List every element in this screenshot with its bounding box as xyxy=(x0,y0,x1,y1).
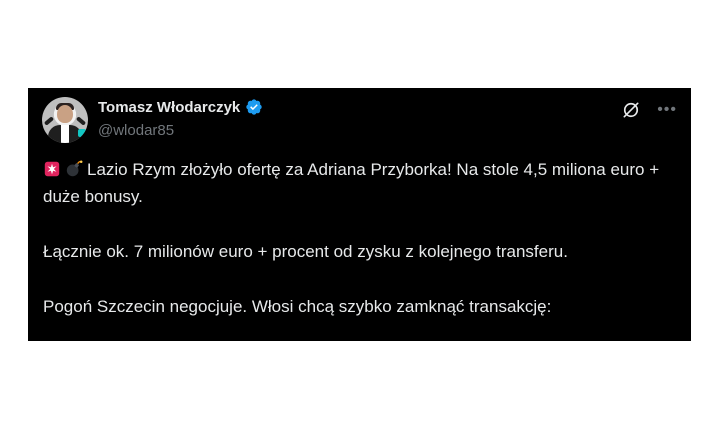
tweet-actions-top: ••• xyxy=(621,100,677,120)
avatar-head xyxy=(57,105,73,123)
avatar[interactable] xyxy=(42,97,88,143)
author-handle[interactable]: @wlodar85 xyxy=(98,122,174,139)
tweet-paragraph-1: Lazio Rzym złożyło ofertę za Adriana Prz… xyxy=(43,158,673,209)
author-display-name[interactable]: Tomasz Włodarczyk xyxy=(98,99,240,116)
avatar-shirt xyxy=(61,125,69,143)
avatar-arm-left xyxy=(43,116,55,126)
tweet-paragraph-3: Pogoń Szczecin negocjuje. Włosi chcą szy… xyxy=(43,297,552,316)
grok-icon[interactable] xyxy=(621,100,641,120)
police-siren-emoji-icon xyxy=(43,160,61,185)
more-icon[interactable]: ••• xyxy=(657,102,677,118)
tweet-paragraph-2: Łącznie ok. 7 milionów euro + procent od… xyxy=(43,242,568,261)
author-name-row[interactable]: Tomasz Włodarczyk xyxy=(98,98,263,116)
avatar-arm-right xyxy=(75,116,87,126)
tweet-card: Tomasz Włodarczyk @wlodar85 ••• Lazio Rz… xyxy=(28,88,691,341)
tweet-text: Lazio Rzym złożyło ofertę za Adriana Prz… xyxy=(43,158,673,319)
verified-badge-icon xyxy=(245,98,263,116)
avatar-accent xyxy=(78,129,86,137)
bomb-emoji-icon xyxy=(65,160,83,185)
tweet-paragraph-1-text: Lazio Rzym złożyło ofertę za Adriana Prz… xyxy=(43,160,660,206)
